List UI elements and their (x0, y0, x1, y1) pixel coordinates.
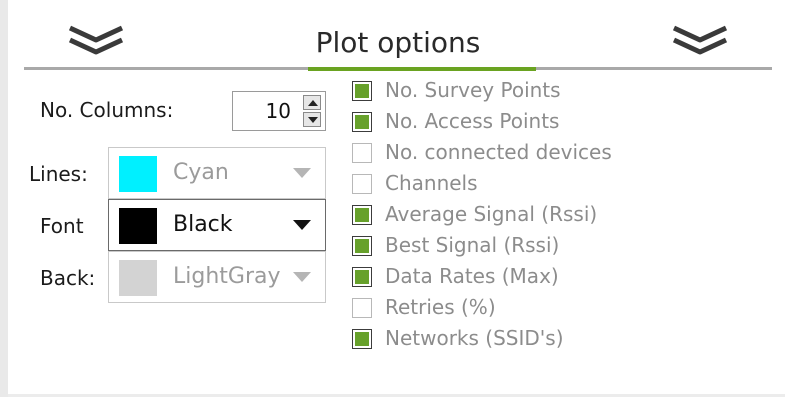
font-color-dropdown[interactable]: Black (108, 199, 326, 251)
series-item[interactable]: Channels (348, 171, 768, 202)
series-item[interactable]: Networks (SSID's) (348, 326, 768, 357)
series-checkbox[interactable] (352, 81, 372, 101)
columns-label: No. Columns: (40, 98, 174, 122)
series-label: Best Signal (Rssi) (385, 233, 560, 257)
arrow-up-icon (308, 100, 318, 106)
title-accent-underline (308, 67, 536, 71)
panel-header: Plot options (24, 12, 772, 71)
font-label: Font (40, 214, 84, 238)
series-checkbox[interactable] (352, 112, 372, 132)
columns-stepper[interactable]: 10 (232, 91, 326, 131)
lines-color-swatch (119, 156, 157, 192)
series-label: Channels (385, 171, 478, 195)
series-checkbox[interactable] (352, 205, 372, 225)
stepper-buttons (303, 95, 321, 127)
plot-options-panel: Plot options No. Columns: 10 Lines: Cyan… (0, 0, 785, 397)
lines-color-dropdown[interactable]: Cyan (108, 147, 326, 199)
stepper-up-button[interactable] (303, 95, 321, 110)
series-item[interactable]: Data Rates (Max) (348, 264, 768, 295)
series-label: Networks (SSID's) (385, 326, 564, 350)
series-checkbox[interactable] (352, 329, 372, 349)
font-color-swatch (119, 208, 157, 244)
series-label: Data Rates (Max) (385, 264, 559, 288)
series-checkbox[interactable] (352, 267, 372, 287)
dropdown-arrow-icon (293, 220, 311, 230)
series-checkbox[interactable] (352, 236, 372, 256)
stepper-down-button[interactable] (303, 112, 321, 127)
back-color-dropdown[interactable]: LightGray (108, 251, 326, 303)
series-label: No. Access Points (385, 109, 560, 133)
lines-label: Lines: (29, 162, 88, 186)
back-color-swatch (119, 260, 157, 296)
series-item[interactable]: No. Access Points (348, 109, 768, 140)
series-label: Average Signal (Rssi) (385, 202, 598, 226)
panel-title: Plot options (315, 26, 481, 59)
series-item[interactable]: Retries (%) (348, 295, 768, 326)
dropdown-arrow-icon (293, 272, 311, 282)
back-label: Back: (40, 266, 96, 290)
dropdown-arrow-icon (293, 168, 311, 178)
double-chevron-down-icon[interactable] (670, 22, 730, 58)
series-label: Retries (%) (385, 295, 496, 319)
series-checkbox[interactable] (352, 298, 372, 318)
series-item[interactable]: No. Survey Points (348, 78, 768, 109)
back-color-name: LightGray (173, 264, 281, 289)
series-label: No. Survey Points (385, 78, 561, 102)
series-checkbox[interactable] (352, 143, 372, 163)
series-item[interactable]: No. connected devices (348, 140, 768, 171)
left-gutter (0, 0, 8, 397)
series-item[interactable]: Best Signal (Rssi) (348, 233, 768, 264)
series-checklist: No. Survey Points No. Access Points No. … (348, 78, 768, 357)
columns-value[interactable]: 10 (266, 99, 291, 123)
lines-color-name: Cyan (173, 160, 229, 185)
series-label: No. connected devices (385, 140, 612, 164)
arrow-down-icon (308, 117, 318, 123)
font-color-name: Black (173, 212, 233, 237)
series-checkbox[interactable] (352, 174, 372, 194)
series-item[interactable]: Average Signal (Rssi) (348, 202, 768, 233)
